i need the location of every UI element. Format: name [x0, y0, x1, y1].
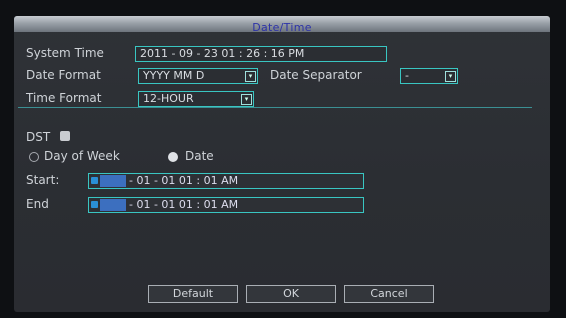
- year-selection: [100, 175, 126, 187]
- dropdown-arrow-icon: ▾: [245, 71, 256, 82]
- dst-label: DST: [26, 130, 51, 144]
- dialog-titlebar: Date/Time: [14, 16, 550, 34]
- system-time-label: System Time: [26, 46, 104, 60]
- dialog-title: Date/Time: [252, 21, 312, 34]
- dst-start-label: Start:: [26, 173, 60, 187]
- dst-end-field[interactable]: - 01 - 01 01 : 01 AM: [88, 197, 364, 213]
- datetime-dialog: Date/Time System Time 2011 - 09 - 23 01 …: [14, 16, 550, 312]
- dst-end-value: - 01 - 01 01 : 01 AM: [129, 198, 239, 211]
- date-separator-value: -: [405, 69, 409, 82]
- ok-button[interactable]: OK: [246, 285, 336, 303]
- field-marker-icon: [91, 177, 98, 184]
- year-selection: [100, 199, 126, 211]
- time-format-select[interactable]: 12-HOUR ▾: [138, 91, 254, 107]
- dst-start-field[interactable]: - 01 - 01 01 : 01 AM: [88, 173, 364, 189]
- section-divider: [18, 107, 532, 108]
- radio-date[interactable]: [168, 152, 178, 162]
- date-format-value: YYYY MM D: [143, 69, 205, 82]
- dropdown-arrow-icon: ▾: [445, 71, 456, 82]
- time-format-label: Time Format: [26, 91, 102, 105]
- date-format-select[interactable]: YYYY MM D ▾: [138, 68, 258, 84]
- screen-frame: Date/Time System Time 2011 - 09 - 23 01 …: [0, 0, 566, 318]
- date-separator-label: Date Separator: [270, 68, 362, 82]
- system-time-value: 2011 - 09 - 23 01 : 26 : 16 PM: [140, 47, 305, 60]
- dst-start-value: - 01 - 01 01 : 01 AM: [129, 174, 239, 187]
- system-time-field[interactable]: 2011 - 09 - 23 01 : 26 : 16 PM: [135, 46, 387, 62]
- time-format-value: 12-HOUR: [143, 92, 194, 105]
- date-separator-select[interactable]: - ▾: [400, 68, 458, 84]
- field-marker-icon: [91, 201, 98, 208]
- dropdown-arrow-icon: ▾: [241, 94, 252, 105]
- cancel-button[interactable]: Cancel: [344, 285, 434, 303]
- day-of-week-label: Day of Week: [44, 149, 120, 163]
- default-button[interactable]: Default: [148, 285, 238, 303]
- date-format-label: Date Format: [26, 68, 101, 82]
- dst-end-label: End: [26, 197, 49, 211]
- radio-day-of-week[interactable]: [29, 152, 39, 162]
- date-mode-label: Date: [185, 149, 214, 163]
- checkbox-icon[interactable]: [60, 131, 70, 141]
